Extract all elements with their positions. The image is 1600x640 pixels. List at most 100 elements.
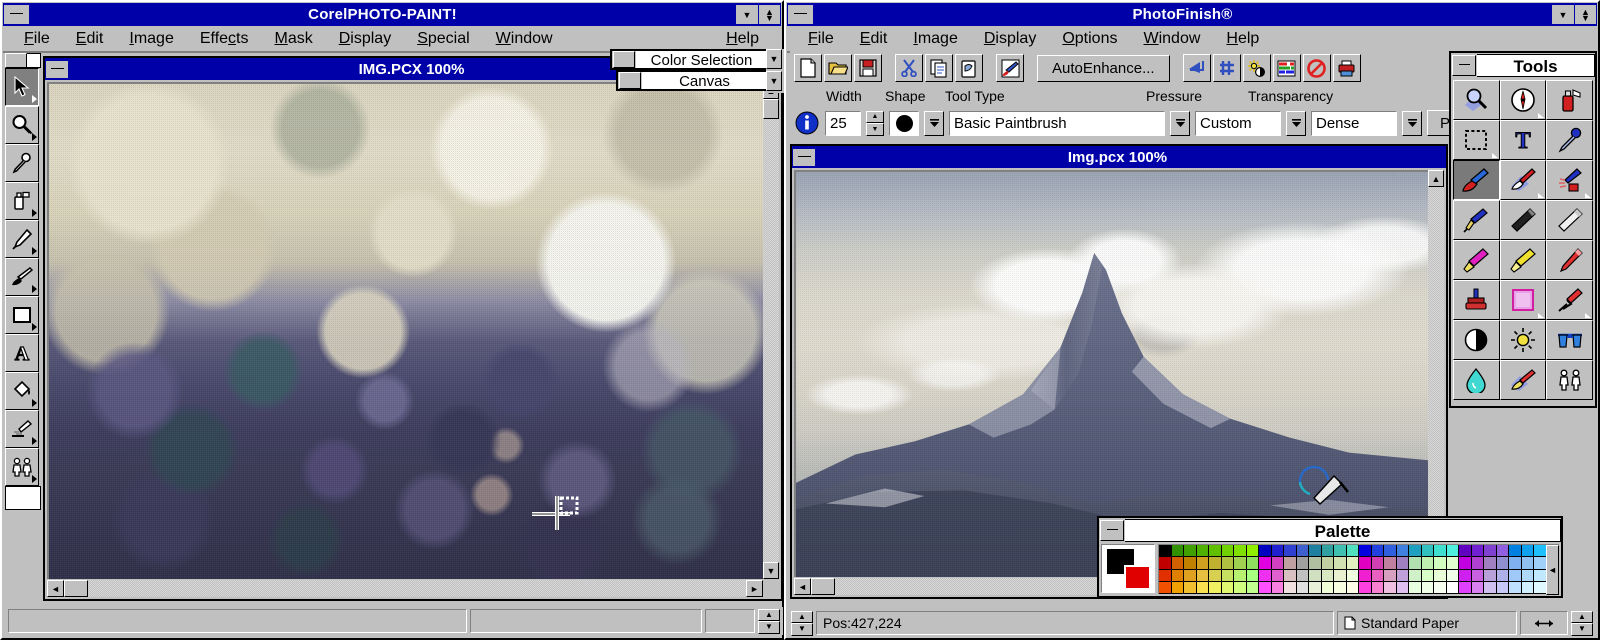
color-swatch[interactable] bbox=[1484, 545, 1497, 558]
corel-status-spinner[interactable]: ▲ ▼ bbox=[758, 608, 780, 634]
shape-dropdown-button[interactable] bbox=[924, 110, 944, 136]
color-swatch[interactable] bbox=[1396, 569, 1409, 582]
color-swatch[interactable] bbox=[1271, 581, 1284, 594]
hscroll-left-button[interactable]: ◄ bbox=[47, 580, 64, 597]
color-swatch[interactable] bbox=[1184, 557, 1197, 570]
no-color-button[interactable] bbox=[1302, 54, 1331, 82]
pf-system-menu-icon[interactable] bbox=[788, 5, 813, 24]
color-swatch[interactable] bbox=[1296, 569, 1309, 582]
color-swatch[interactable] bbox=[1384, 545, 1397, 558]
color-swatch[interactable] bbox=[1359, 557, 1372, 570]
color-swatch[interactable] bbox=[1534, 545, 1547, 558]
corel-image-canvas[interactable] bbox=[47, 82, 763, 579]
color-swatch[interactable] bbox=[1221, 569, 1234, 582]
color-swatch[interactable] bbox=[1359, 581, 1372, 594]
color-swatch[interactable] bbox=[1484, 557, 1497, 570]
pf-restore-button[interactable]: ▲ ▼ bbox=[1575, 5, 1596, 24]
color-swatch[interactable] bbox=[1509, 581, 1522, 594]
color-swatch[interactable] bbox=[1509, 545, 1522, 558]
chalk-tool[interactable] bbox=[1546, 200, 1593, 240]
color-swatch[interactable] bbox=[1321, 557, 1334, 570]
color-swatch[interactable] bbox=[1434, 557, 1447, 570]
color-swatch[interactable] bbox=[1196, 545, 1209, 558]
color-swatch[interactable] bbox=[1446, 557, 1459, 570]
eraser-tool[interactable] bbox=[1499, 160, 1547, 200]
clone-tool[interactable] bbox=[1546, 280, 1593, 320]
color-swatch[interactable] bbox=[1284, 557, 1297, 570]
transparency-field[interactable]: Dense bbox=[1311, 110, 1397, 136]
pressure-field[interactable]: Custom bbox=[1195, 110, 1281, 136]
tools-palette-minimize-button[interactable] bbox=[1452, 55, 1476, 76]
color-swatch[interactable] bbox=[1221, 545, 1234, 558]
transparency-dropdown-button[interactable] bbox=[1402, 110, 1422, 136]
glasses-tool[interactable] bbox=[1546, 320, 1593, 360]
menu-special[interactable]: Special bbox=[404, 30, 482, 48]
color-swatch[interactable] bbox=[1346, 557, 1359, 570]
color-swatch[interactable] bbox=[1309, 545, 1322, 558]
color-swatch[interactable] bbox=[1271, 545, 1284, 558]
color-swatch[interactable] bbox=[1509, 569, 1522, 582]
vscroll-track[interactable] bbox=[763, 82, 779, 579]
eyedropper-tool[interactable] bbox=[5, 144, 39, 182]
pf-menu-display[interactable]: Display bbox=[971, 30, 1049, 48]
color-swatch[interactable] bbox=[1246, 557, 1259, 570]
menu-file[interactable]: File bbox=[11, 30, 63, 48]
color-swatch[interactable] bbox=[1296, 557, 1309, 570]
color-swatch[interactable] bbox=[1421, 557, 1434, 570]
menu-edit[interactable]: Edit bbox=[63, 30, 117, 48]
pf-minimize-button[interactable]: ▼ bbox=[1552, 5, 1574, 24]
width-stepper[interactable]: ▲ ▼ bbox=[866, 110, 884, 136]
color-swatch[interactable] bbox=[1321, 581, 1334, 594]
canvas-window[interactable]: Canvas bbox=[616, 70, 770, 91]
color-swatch[interactable] bbox=[1384, 581, 1397, 594]
tools-palette-header[interactable]: Tools bbox=[1451, 53, 1595, 78]
color-swatch[interactable] bbox=[1384, 557, 1397, 570]
people-tool[interactable] bbox=[5, 448, 39, 486]
brightness-button[interactable] bbox=[1242, 54, 1271, 82]
menu-help[interactable]: Help bbox=[713, 30, 781, 48]
color-balance-button[interactable] bbox=[1272, 54, 1301, 82]
color-swatch[interactable] bbox=[1459, 557, 1472, 570]
color-swatch[interactable] bbox=[1471, 581, 1484, 594]
navigator-tool[interactable] bbox=[1499, 80, 1547, 120]
color-swatch[interactable] bbox=[1521, 545, 1534, 558]
color-swatch[interactable] bbox=[1184, 545, 1197, 558]
color-swatch[interactable] bbox=[1209, 569, 1222, 582]
color-swatch[interactable] bbox=[1259, 569, 1272, 582]
color-swatch[interactable] bbox=[1234, 569, 1247, 582]
pf-menu-file[interactable]: File bbox=[795, 30, 847, 48]
menu-effects[interactable]: Effects bbox=[187, 30, 262, 48]
color-swatch[interactable] bbox=[1384, 569, 1397, 582]
spraycan-tool[interactable] bbox=[1546, 80, 1593, 120]
toolbox-minimize-button[interactable] bbox=[5, 53, 27, 68]
color-swatch[interactable] bbox=[1534, 581, 1547, 594]
color-swatch[interactable] bbox=[1359, 545, 1372, 558]
color-swatch[interactable] bbox=[1171, 557, 1184, 570]
palette-header[interactable]: Palette bbox=[1099, 518, 1561, 543]
canvas-minimize-button[interactable] bbox=[619, 72, 641, 89]
color-swatch[interactable] bbox=[1284, 569, 1297, 582]
color-swatch[interactable] bbox=[1159, 569, 1172, 582]
color-swatch[interactable] bbox=[1209, 545, 1222, 558]
save-button[interactable] bbox=[854, 54, 882, 82]
flip-button[interactable] bbox=[1182, 54, 1211, 82]
color-swatch[interactable] bbox=[1196, 557, 1209, 570]
paintbrush-tool[interactable] bbox=[1453, 160, 1500, 200]
color-swatch[interactable] bbox=[1271, 569, 1284, 582]
pf-menu-options[interactable]: Options bbox=[1049, 30, 1130, 48]
clone-tool[interactable] bbox=[5, 410, 39, 448]
color-swatch[interactable] bbox=[1459, 581, 1472, 594]
retouch-tool[interactable] bbox=[1499, 360, 1547, 400]
color-swatch[interactable] bbox=[1534, 557, 1547, 570]
paste-button[interactable] bbox=[955, 54, 983, 82]
color-swatch[interactable] bbox=[1446, 581, 1459, 594]
pf-status-spinner-left[interactable]: ▲ ▼ bbox=[791, 610, 813, 636]
color-swatch[interactable] bbox=[1421, 569, 1434, 582]
color-swatch[interactable] bbox=[1409, 581, 1422, 594]
color-swatch[interactable] bbox=[1321, 569, 1334, 582]
background-color-swatch[interactable] bbox=[1124, 565, 1151, 590]
color-swatch[interactable] bbox=[1284, 581, 1297, 594]
menu-mask[interactable]: Mask bbox=[261, 30, 325, 48]
color-swatch[interactable] bbox=[1446, 545, 1459, 558]
color-swatch[interactable] bbox=[1159, 557, 1172, 570]
